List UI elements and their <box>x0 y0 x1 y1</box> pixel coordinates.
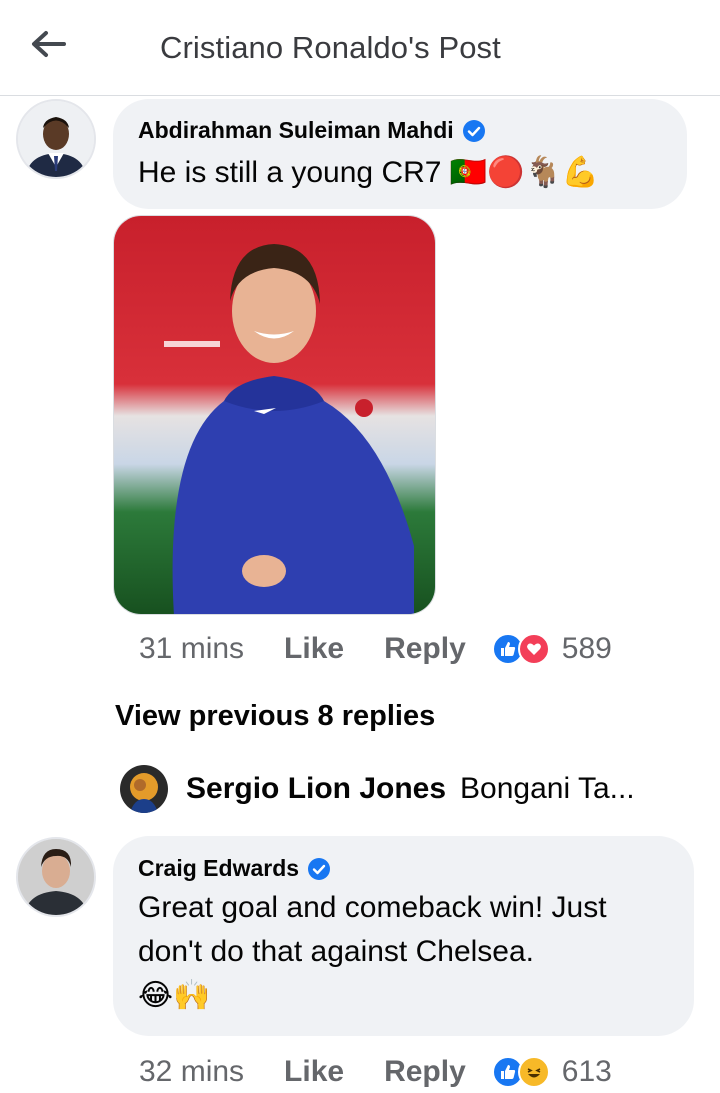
like-button[interactable]: Like <box>284 1055 344 1089</box>
reaction-count: 589 <box>561 632 612 665</box>
comment-text-line: don't do that against Chelsea. <box>138 935 535 968</box>
comment-text: He is still a young CR7 🇵🇹🔴🐐💪 <box>138 156 600 189</box>
reply-author[interactable]: Sergio Lion Jones <box>186 772 446 806</box>
back-arrow-icon <box>32 31 66 57</box>
avatar[interactable] <box>16 99 96 179</box>
avatar[interactable] <box>16 837 96 917</box>
verified-badge-icon <box>308 857 331 880</box>
reaction-count: 613 <box>561 1055 612 1088</box>
person-avatar-icon <box>18 101 94 177</box>
haha-icon <box>517 1056 550 1088</box>
author-name[interactable]: Abdirahman Suleiman Mahdi <box>138 117 454 144</box>
person-avatar-icon <box>120 765 168 813</box>
comment-author[interactable]: Abdirahman Suleiman Mahdi <box>138 117 486 144</box>
love-icon <box>517 633 550 665</box>
comment-bubble: Abdirahman Suleiman Mahdi He is still a … <box>113 99 687 209</box>
reactions-summary[interactable]: 613 <box>491 1055 612 1089</box>
reply-button[interactable]: Reply <box>384 632 466 666</box>
avatar[interactable] <box>120 765 168 813</box>
page-title: Cristiano Ronaldo's Post <box>160 30 501 65</box>
comment-emoji-line: 😂🙌 <box>138 979 211 1012</box>
photo-image <box>114 216 435 614</box>
comment-photo[interactable] <box>113 215 436 615</box>
view-previous-replies-link[interactable]: View previous 8 replies <box>115 700 435 733</box>
author-name[interactable]: Craig Edwards <box>138 855 299 882</box>
comment-author[interactable]: Craig Edwards <box>138 855 331 882</box>
reply-preview[interactable]: Sergio Lion Jones Bongani Ta... <box>120 762 700 816</box>
comment-bubble: Craig Edwards Great goal and comeback wi… <box>113 836 694 1036</box>
back-button[interactable] <box>26 22 70 66</box>
verified-badge-icon <box>462 119 485 142</box>
reactions-summary[interactable]: 589 <box>491 632 612 666</box>
comment-time[interactable]: 31 mins <box>139 632 244 666</box>
comment-meta: 32 mins Like Reply 613 <box>139 1055 612 1089</box>
comment-meta: 31 mins Like Reply 589 <box>139 632 612 666</box>
person-avatar-icon <box>18 839 94 915</box>
reply-text: Bongani Ta... <box>460 772 635 805</box>
comment-text-line: Great goal and comeback win! Just <box>138 891 607 924</box>
comment-time[interactable]: 32 mins <box>139 1055 244 1089</box>
comment-text: Great goal and comeback win! Just don't … <box>138 886 607 1018</box>
reply-button[interactable]: Reply <box>384 1055 466 1089</box>
top-bar: Cristiano Ronaldo's Post <box>0 0 720 96</box>
like-button[interactable]: Like <box>284 632 344 666</box>
